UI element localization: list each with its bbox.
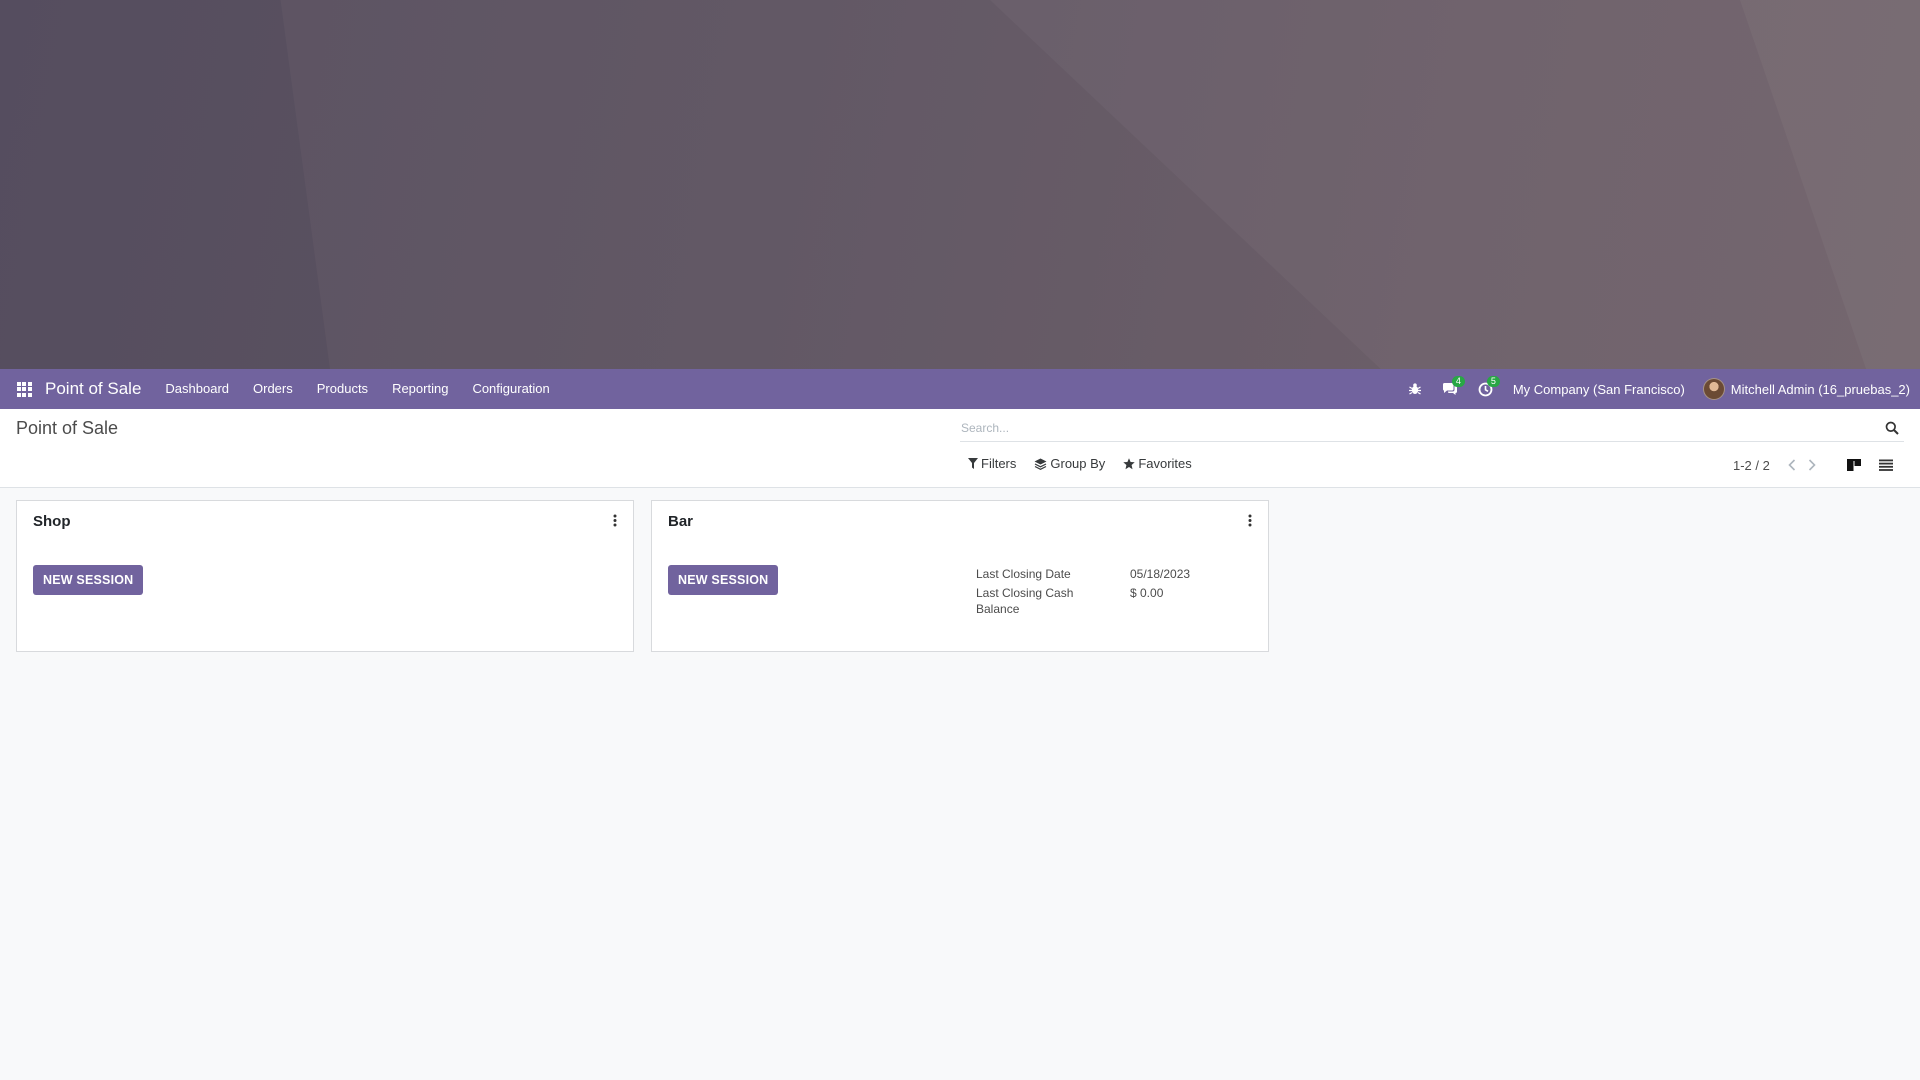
company-switcher[interactable]: My Company (San Francisco) bbox=[1503, 382, 1695, 397]
favorites-button[interactable]: Favorites bbox=[1123, 456, 1192, 471]
menu-orders[interactable]: Orders bbox=[241, 369, 305, 409]
app-brand[interactable]: Point of Sale bbox=[45, 379, 141, 399]
search-input[interactable] bbox=[960, 421, 1880, 435]
debug-bug-icon[interactable] bbox=[1398, 369, 1432, 409]
view-switcher bbox=[1838, 453, 1902, 477]
group-by-button[interactable]: Group By bbox=[1034, 456, 1105, 471]
pager-previous-icon[interactable] bbox=[1782, 456, 1802, 474]
main-navbar: Point of Sale Dashboard Orders Products … bbox=[0, 369, 1920, 409]
pos-card-shop: Shop NEW SESSION bbox=[16, 500, 634, 652]
menu-products[interactable]: Products bbox=[305, 369, 380, 409]
search-icon[interactable] bbox=[1880, 416, 1904, 440]
card-dropdown-icon[interactable] bbox=[607, 511, 623, 529]
menu-reporting[interactable]: Reporting bbox=[380, 369, 460, 409]
pager-value[interactable]: 1-2 / 2 bbox=[1733, 458, 1770, 473]
card-title: Bar bbox=[668, 513, 694, 530]
list-view-icon[interactable] bbox=[1870, 453, 1902, 477]
search-bar bbox=[960, 415, 1904, 442]
apps-menu-icon[interactable] bbox=[4, 369, 44, 409]
menu-configuration[interactable]: Configuration bbox=[460, 369, 561, 409]
session-stats: Last Closing Date 05/18/2023 Last Closin… bbox=[976, 566, 1190, 620]
favorites-label: Favorites bbox=[1138, 456, 1192, 471]
last-closing-cash-value: $ 0.00 bbox=[1130, 586, 1164, 600]
filter-funnel-icon bbox=[968, 458, 978, 469]
filters-label: Filters bbox=[981, 456, 1017, 471]
messages-count-badge: 4 bbox=[1451, 376, 1465, 387]
messages-chat-icon[interactable]: 4 bbox=[1432, 369, 1468, 409]
avatar bbox=[1702, 378, 1725, 400]
control-panel: Point of Sale Filters Group By Favorites bbox=[0, 409, 1920, 488]
pos-card-bar: Bar NEW SESSION Last Closing Date 05/18/… bbox=[651, 500, 1269, 652]
star-icon bbox=[1123, 457, 1136, 469]
menu-dashboard[interactable]: Dashboard bbox=[153, 369, 241, 409]
user-name: Mitchell Admin (16_pruebas_2) bbox=[1730, 381, 1910, 397]
user-menu[interactable]: Mitchell Admin (16_pruebas_2) bbox=[1695, 378, 1920, 400]
card-dropdown-icon[interactable] bbox=[1242, 511, 1258, 529]
search-options: Filters Group By Favorites bbox=[968, 456, 1210, 471]
activities-clock-icon[interactable]: 5 bbox=[1468, 369, 1503, 409]
kanban-view-icon[interactable] bbox=[1838, 453, 1870, 477]
background-wallpaper bbox=[0, 0, 1920, 369]
new-session-button[interactable]: NEW SESSION bbox=[33, 565, 144, 595]
pager-next-icon[interactable] bbox=[1802, 456, 1822, 474]
background-facet bbox=[0, 0, 330, 369]
group-by-label: Group By bbox=[1050, 456, 1106, 471]
pager: 1-2 / 2 bbox=[1733, 456, 1822, 474]
filters-button[interactable]: Filters bbox=[968, 456, 1016, 471]
new-session-button[interactable]: NEW SESSION bbox=[668, 565, 779, 595]
activities-count-badge: 5 bbox=[1486, 376, 1500, 387]
card-title: Shop bbox=[33, 513, 71, 530]
page-title: Point of Sale bbox=[16, 418, 119, 438]
last-closing-date-value: 05/18/2023 bbox=[1130, 567, 1191, 581]
last-closing-date-label: Last Closing Date bbox=[976, 567, 1071, 581]
layers-icon bbox=[1034, 458, 1047, 470]
last-closing-cash-label: Last Closing Cash Balance bbox=[976, 586, 1074, 616]
